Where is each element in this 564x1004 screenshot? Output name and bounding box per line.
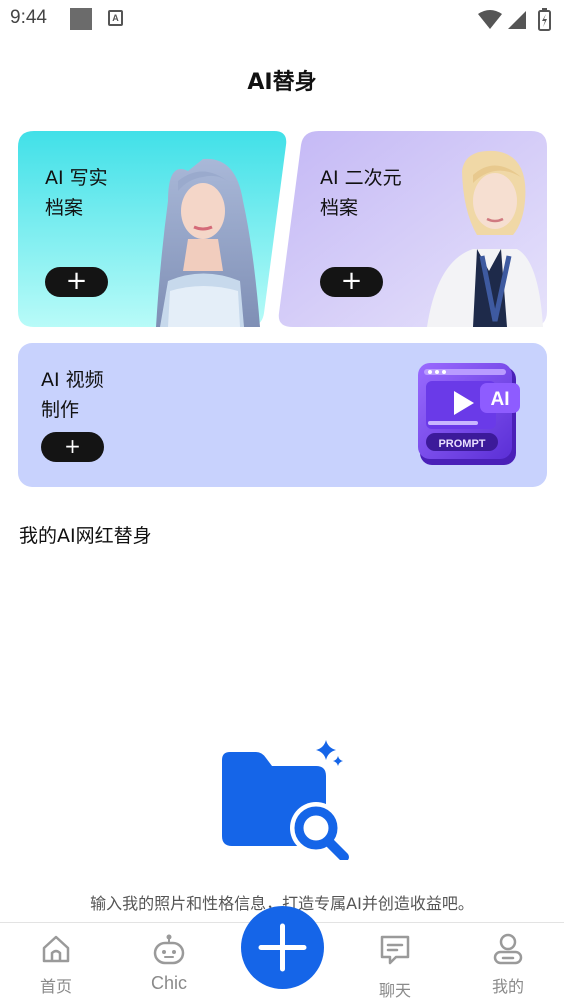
add-realistic-button[interactable]: + <box>45 267 108 297</box>
video-card-title: AI 视频 制作 <box>41 369 104 421</box>
notification-square-icon <box>70 8 92 30</box>
status-time: 9:44 <box>10 7 47 28</box>
status-bar: 9:44 A <box>0 0 564 40</box>
video-ai-badge: AI <box>491 389 510 410</box>
anime-card-title: AI 二次元 档案 <box>320 167 402 219</box>
video-creation-card[interactable]: AI 视频 制作 + AI PROMPT <box>18 343 547 487</box>
tab-me-label: 我的 <box>491 977 524 996</box>
home-icon <box>42 935 70 963</box>
realistic-card-title: AI 写实 档案 <box>45 167 108 219</box>
tab-chic[interactable]: Chic <box>124 923 214 1004</box>
add-anime-button[interactable]: + <box>320 267 383 297</box>
tab-chic-label: Chic <box>150 973 187 993</box>
signal-icon <box>508 11 526 29</box>
robot-icon <box>153 934 185 965</box>
tab-me[interactable]: 我的 <box>463 923 553 1004</box>
realistic-profile-card[interactable]: AI 写实 档案 + <box>18 131 288 327</box>
video-prompt-icon: AI PROMPT <box>418 363 520 465</box>
anime-profile-card[interactable]: AI 二次元 档案 + <box>277 131 547 327</box>
plus-icon <box>258 923 307 972</box>
folder-search-icon <box>222 740 349 860</box>
tab-home[interactable]: 首页 <box>11 923 101 1004</box>
chat-icon <box>380 935 410 965</box>
section-title: 我的AI网红替身 <box>19 525 152 547</box>
tab-chat[interactable]: 聊天 <box>350 923 440 1004</box>
a-app-icon: A <box>108 10 123 26</box>
wifi-icon <box>478 10 502 29</box>
battery-charging-icon <box>538 8 551 31</box>
add-video-button[interactable]: + <box>41 432 104 462</box>
status-icons <box>478 8 551 31</box>
realistic-card-background <box>18 131 287 327</box>
video-prompt-badge: PROMPT <box>438 438 485 450</box>
tab-chat-label: 聊天 <box>378 981 411 1000</box>
create-button[interactable] <box>241 906 324 989</box>
tab-home-label: 首页 <box>39 977 72 996</box>
profile-icon <box>493 933 523 965</box>
page-title: AI替身 <box>247 70 317 95</box>
anime-card-background <box>278 131 547 327</box>
